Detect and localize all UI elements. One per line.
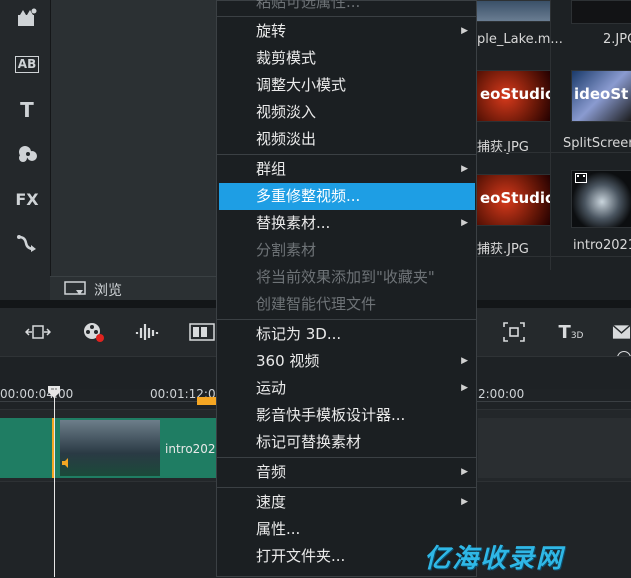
- thumbnail-capture-1[interactable]: eoStudio: [475, 70, 551, 122]
- menu-item-smart-proxy: 创建智能代理文件: [256, 295, 377, 313]
- menu-item-replace-clip[interactable]: 替换素材... ▶: [217, 210, 476, 237]
- menu-item-split-clip: 分割素材: [256, 241, 317, 259]
- menu-item-speed[interactable]: 速度 ▶: [217, 489, 476, 516]
- fx-tool-label: FX: [15, 189, 39, 209]
- submenu-arrow-icon: ▶: [461, 164, 468, 174]
- menu-item-motion[interactable]: 运动 ▶: [217, 375, 476, 402]
- motion-tracking-icon[interactable]: [500, 320, 528, 344]
- ruler-marker: [197, 397, 217, 405]
- menu-item-paste-attributes: 粘贴可选属性...: [256, 0, 361, 11]
- menu-item-mark-3d[interactable]: 标记为 3D...: [217, 321, 476, 348]
- timeline-clip-intro2021[interactable]: intro2021: [52, 418, 224, 478]
- menu-item-crop-mode[interactable]: 裁剪模式: [217, 45, 476, 72]
- record-capture-icon[interactable]: [80, 320, 108, 344]
- graphics-tool-icon[interactable]: [8, 138, 46, 170]
- text-tool-icon[interactable]: AB: [8, 48, 46, 80]
- menu-separator: [217, 319, 476, 320]
- playhead-line: [54, 388, 55, 577]
- menu-separator: [217, 16, 476, 17]
- clip-label: intro2021: [165, 442, 224, 456]
- timeline-clip-green[interactable]: [0, 418, 52, 478]
- speaker-icon: [62, 458, 68, 468]
- submenu-arrow-icon: ▶: [461, 467, 468, 477]
- title-tool-label: T: [20, 98, 34, 122]
- menu-item-resize-mode[interactable]: 调整大小模式: [217, 72, 476, 99]
- submenu-arrow-icon: ▶: [461, 383, 468, 393]
- thumbnail-capture-2[interactable]: eoStudio: [475, 174, 551, 226]
- 3d-title-editor-icon[interactable]: T 3D: [556, 320, 586, 344]
- thumbnail-splitscreen[interactable]: ideoSt: [571, 70, 631, 122]
- path-tool-icon[interactable]: [8, 227, 46, 259]
- thumbnail-caption: 2.JPG: [603, 32, 631, 47]
- text-tool-label: AB: [14, 55, 40, 73]
- title-tool-icon[interactable]: T: [8, 94, 46, 126]
- submenu-arrow-icon: ▶: [461, 356, 468, 366]
- thumbnail-2jpg[interactable]: [571, 0, 631, 24]
- fit-timeline-icon[interactable]: [24, 320, 52, 344]
- menu-item-template-designer[interactable]: 影音快手模板设计器...: [217, 402, 476, 429]
- browse-icon: [64, 281, 86, 295]
- thumbnail-intro2021[interactable]: [571, 170, 631, 228]
- thumbnail-lake[interactable]: [475, 0, 551, 22]
- menu-separator: [217, 487, 476, 488]
- fx-tool-icon[interactable]: FX: [8, 183, 46, 215]
- media-tool-icon[interactable]: [8, 2, 46, 34]
- menu-item-fade-in[interactable]: 视频淡入: [217, 99, 476, 126]
- submenu-arrow-icon: ▶: [461, 497, 468, 507]
- menu-item-mark-replaceable[interactable]: 标记可替换素材: [217, 429, 476, 456]
- menu-item-rotate[interactable]: 旋转 ▶: [217, 18, 476, 45]
- library-panel: [50, 0, 217, 300]
- tool-strip: AB T FX: [0, 0, 50, 300]
- thumbnail-grid: ple_Lake.m... 2.JPG eoStudio 捕获.JPG ideo…: [475, 0, 631, 300]
- video-badge-icon: [575, 173, 587, 183]
- submenu-arrow-icon: ▶: [461, 26, 468, 36]
- thumbnail-caption: 捕获.JPG: [477, 242, 529, 257]
- browse-button[interactable]: 浏览: [50, 276, 216, 301]
- watermark-text: 亿海收录网: [424, 544, 565, 574]
- thumbnail-caption: SplitScreen: [563, 136, 631, 151]
- menu-item-add-effect-favorites: 将当前效果添加到"收藏夹": [256, 268, 435, 286]
- clip-thumbnail: [60, 420, 160, 476]
- menu-item-audio[interactable]: 音频 ▶: [217, 459, 476, 486]
- storyboard-icon[interactable]: [188, 320, 216, 344]
- menu-separator: [217, 154, 476, 155]
- menu-item-multi-trim[interactable]: 多重修整视频...: [219, 183, 475, 210]
- audio-mixer-icon[interactable]: [133, 320, 161, 344]
- browse-label: 浏览: [94, 283, 122, 299]
- menu-item-360-video[interactable]: 360 视频 ▶: [217, 348, 476, 375]
- ruler-label: 2:00:00: [478, 387, 525, 401]
- thumbnail-caption: intro2021: [573, 238, 631, 253]
- ruler-label: 00:00:04:00: [0, 387, 74, 401]
- menu-item-fade-out[interactable]: 视频淡出: [217, 126, 476, 153]
- menu-separator: [217, 457, 476, 458]
- context-menu: 粘贴可选属性... 旋转 ▶ 裁剪模式 调整大小模式 视频淡入 视频淡出 群组 ▶ …: [216, 0, 477, 577]
- submenu-arrow-icon: ▶: [461, 218, 468, 228]
- menu-item-group[interactable]: 群组 ▶: [217, 156, 476, 183]
- mail-icon[interactable]: [612, 320, 631, 344]
